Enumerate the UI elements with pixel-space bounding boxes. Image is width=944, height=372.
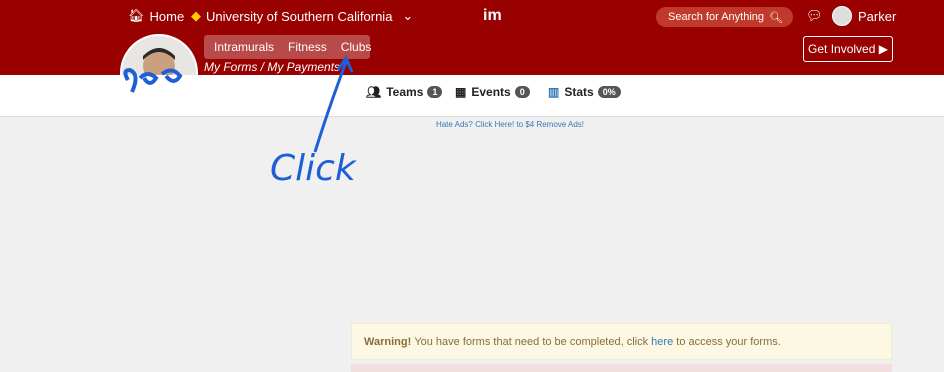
imleagues-logo[interactable]: im	[483, 0, 502, 32]
school-logo-icon: ◆	[191, 8, 201, 23]
tab-events-label: Events	[471, 85, 511, 99]
tab-stats[interactable]: ▥ Stats 0%	[548, 85, 621, 99]
home-label: Home	[149, 8, 185, 24]
home-link[interactable]: 🏠︎ Home	[128, 0, 184, 32]
school-label: University of Southern California	[206, 8, 393, 24]
stats-tabs: 👥︎ Teams 1 ▦ Events 0 ▥ Stats 0%	[0, 75, 944, 117]
click-annotation-text: Click	[270, 148, 358, 189]
stats-percent-badge: 0%	[597, 86, 621, 98]
tab-teams-label: Teams	[386, 85, 424, 99]
tab-teams[interactable]: 👥︎ Teams 1	[366, 85, 443, 99]
tab-stats-label: Stats	[564, 85, 594, 99]
tab-fitness[interactable]: Fitness	[288, 40, 327, 54]
warning-strong: Warning!	[364, 335, 412, 348]
my-payments-link[interactable]: My Payments	[267, 60, 340, 74]
get-involved-button[interactable]: Get Involved ▶	[803, 36, 893, 62]
tab-intramurals[interactable]: Intramurals	[214, 40, 274, 54]
avatar	[832, 6, 852, 26]
chevron-down-icon: ⌄	[402, 8, 414, 23]
my-forms-link[interactable]: My Forms /	[204, 60, 264, 74]
user-name: Parker	[858, 8, 897, 24]
calendar-icon: ▦	[455, 85, 467, 99]
events-count-badge: 0	[514, 86, 530, 98]
remove-ads-link[interactable]: Hate Ads? Click Here! to $4 Remove Ads!	[0, 120, 944, 129]
danger-alert	[351, 364, 892, 372]
home-icon: 🏠︎	[128, 8, 145, 23]
teams-count-badge: 1	[427, 86, 443, 98]
user-menu[interactable]: Parker	[832, 0, 896, 32]
chat-icon[interactable]: 💬︎	[806, 0, 823, 32]
forms-links: My Forms / My Payments	[204, 60, 340, 74]
school-dropdown[interactable]: ◆ University of Southern California ⌄	[191, 0, 413, 32]
forms-here-link[interactable]: here	[651, 336, 673, 348]
search-icon: 🔍︎	[769, 11, 783, 24]
program-tabs: Intramurals Fitness Clubs	[204, 35, 372, 59]
logo-text: im	[483, 7, 502, 24]
get-involved-label: Get Involved ▶	[808, 42, 888, 56]
bar-chart-icon: ▥	[548, 85, 560, 99]
forms-warning-alert: Warning! You have forms that need to be …	[351, 323, 892, 360]
search-placeholder: Search for Anything	[668, 11, 765, 23]
search-input[interactable]: Search for Anything 🔍︎	[656, 7, 793, 27]
tab-clubs[interactable]: Clubs	[341, 40, 372, 54]
tab-events[interactable]: ▦ Events 0	[455, 85, 530, 99]
users-icon: 👥︎	[366, 85, 382, 99]
warning-text: You have forms that need to be completed…	[414, 335, 649, 348]
warning-text-after: to access your forms.	[676, 335, 781, 348]
